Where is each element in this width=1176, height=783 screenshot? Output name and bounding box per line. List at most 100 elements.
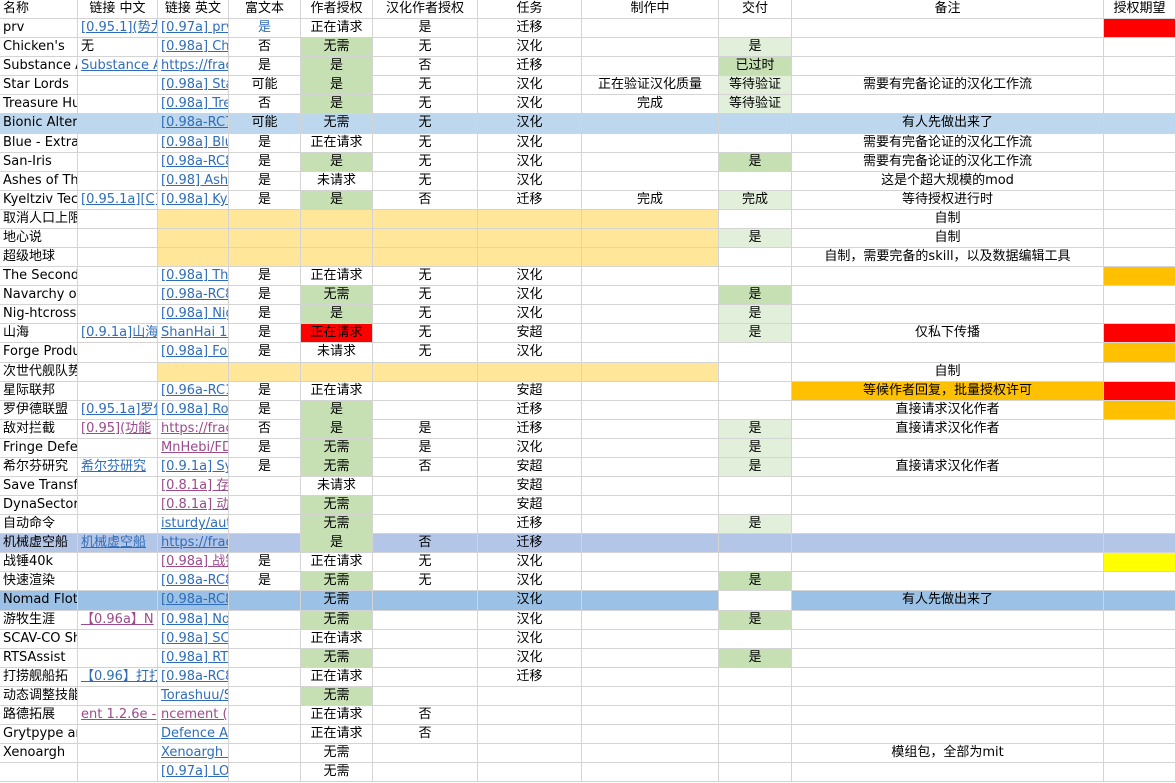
table-cell[interactable] (78, 477, 158, 496)
table-cell[interactable] (78, 439, 158, 458)
table-cell[interactable]: 汉化 (478, 38, 582, 57)
table-cell[interactable] (301, 248, 373, 267)
table-cell[interactable] (78, 248, 158, 267)
table-cell[interactable] (582, 439, 719, 458)
table-cell[interactable] (1104, 744, 1176, 763)
table-cell[interactable] (229, 534, 301, 553)
table-cell[interactable] (582, 286, 719, 305)
table-cell[interactable] (478, 725, 582, 744)
table-cell[interactable]: 汉化 (478, 76, 582, 95)
table-cell[interactable] (792, 343, 1104, 363)
table-cell[interactable]: 迁移 (478, 515, 582, 534)
table-cell[interactable] (373, 515, 478, 534)
table-cell[interactable] (229, 248, 301, 267)
table-cell[interactable] (229, 725, 301, 744)
table-cell[interactable] (792, 496, 1104, 515)
table-cell[interactable]: 未请求 (301, 343, 373, 363)
table-cell[interactable]: 是 (229, 267, 301, 286)
table-cell[interactable] (78, 496, 158, 515)
table-cell[interactable] (792, 515, 1104, 534)
table-cell[interactable] (229, 515, 301, 534)
table-cell[interactable]: 是 (301, 191, 373, 210)
table-cell[interactable]: 是 (719, 153, 792, 172)
table-cell[interactable]: https://fractalsoftwork (158, 534, 229, 553)
table-cell[interactable]: 等待授权进行时 (792, 191, 1104, 210)
table-cell[interactable] (719, 210, 792, 229)
table-cell[interactable]: 无需 (301, 496, 373, 515)
table-cell[interactable] (719, 114, 792, 134)
table-cell[interactable]: [0.98a-RC8] Salvage S (158, 668, 229, 687)
table-cell[interactable]: [0.98a-RC8 (158, 286, 229, 305)
row-name-cell[interactable]: 打捞舰船拓 (0, 668, 78, 687)
row-name-cell[interactable]: Substance A (0, 57, 78, 76)
table-cell[interactable]: 等候作者回复，批量授权许可 (792, 382, 1104, 401)
table-cell[interactable]: 汉化 (478, 649, 582, 668)
column-header[interactable]: 名称 (0, 0, 78, 19)
row-name-cell[interactable]: Nomad Flotilla (0, 591, 78, 611)
table-cell[interactable]: 是 (229, 134, 301, 153)
table-cell[interactable] (373, 496, 478, 515)
table-cell[interactable]: 无需 (301, 572, 373, 591)
table-cell[interactable]: 无需 (301, 591, 373, 611)
table-cell[interactable] (792, 286, 1104, 305)
table-cell[interactable]: Xenoargh 在 Starsecto (158, 744, 229, 763)
table-cell[interactable]: 迁移 (478, 668, 582, 687)
table-cell[interactable] (1104, 134, 1176, 153)
table-cell[interactable] (719, 248, 792, 267)
table-cell[interactable]: 机械虚空船 (78, 534, 158, 553)
table-cell[interactable] (582, 305, 719, 324)
table-cell[interactable]: 正在请求 (301, 706, 373, 725)
table-cell[interactable]: https://frac (158, 420, 229, 439)
table-cell[interactable]: 正在请求 (301, 267, 373, 286)
table-cell[interactable] (719, 725, 792, 744)
table-cell[interactable] (229, 477, 301, 496)
table-cell[interactable] (78, 363, 158, 382)
table-cell[interactable]: 需要有完备论证的汉化工作流 (792, 134, 1104, 153)
table-cell[interactable]: 汉化 (478, 286, 582, 305)
table-cell[interactable]: 迁移 (478, 420, 582, 439)
table-cell[interactable] (373, 382, 478, 401)
table-cell[interactable]: 无 (373, 267, 478, 286)
table-cell[interactable]: [0.95.1a]罗伊 (78, 401, 158, 420)
table-cell[interactable] (582, 267, 719, 286)
table-cell[interactable] (582, 630, 719, 649)
table-cell[interactable]: 是 (373, 420, 478, 439)
table-cell[interactable] (582, 420, 719, 439)
table-cell[interactable]: [0.98a] The (158, 267, 229, 286)
table-cell[interactable] (719, 363, 792, 382)
table-cell[interactable]: 汉化 (478, 114, 582, 134)
table-cell[interactable] (373, 210, 478, 229)
table-cell[interactable]: 模组包，全部为mit (792, 744, 1104, 763)
table-cell[interactable] (792, 611, 1104, 630)
table-cell[interactable]: [0.98a] RTSAssist (0.1.9 (158, 649, 229, 668)
table-cell[interactable] (719, 267, 792, 286)
row-name-cell[interactable]: Blue - Extratential Lanes (0, 134, 78, 153)
table-cell[interactable] (792, 668, 1104, 687)
table-cell[interactable]: 【0.96】打打 (78, 668, 158, 687)
table-cell[interactable] (792, 706, 1104, 725)
table-cell[interactable] (582, 553, 719, 572)
table-cell[interactable] (78, 114, 158, 134)
table-cell[interactable]: [0.98a] Chic (158, 38, 229, 57)
table-cell[interactable] (78, 687, 158, 706)
table-cell[interactable] (301, 363, 373, 382)
table-cell[interactable]: [0.95](功能 (78, 420, 158, 439)
table-cell[interactable] (301, 229, 373, 248)
table-cell[interactable]: 汉化 (478, 591, 582, 611)
table-cell[interactable]: 无 (373, 324, 478, 343)
row-name-cell[interactable]: 希尔芬研究 (0, 458, 78, 477)
row-name-cell[interactable]: San-Iris (0, 153, 78, 172)
table-cell[interactable] (582, 57, 719, 76)
table-cell[interactable]: 无需 (301, 763, 373, 782)
table-cell[interactable]: 安超 (478, 477, 582, 496)
column-header[interactable]: 交付 (719, 0, 792, 19)
column-header[interactable]: 链接 中文 (78, 0, 158, 19)
table-cell[interactable]: 是 (301, 57, 373, 76)
table-cell[interactable]: 等待验证 (719, 76, 792, 95)
table-cell[interactable]: 直接请求汉化作者 (792, 458, 1104, 477)
table-cell[interactable] (1104, 649, 1176, 668)
table-cell[interactable] (78, 76, 158, 95)
table-cell[interactable]: [0.98] Ashe (158, 172, 229, 191)
table-cell[interactable]: 自制 (792, 210, 1104, 229)
table-cell[interactable] (582, 343, 719, 363)
